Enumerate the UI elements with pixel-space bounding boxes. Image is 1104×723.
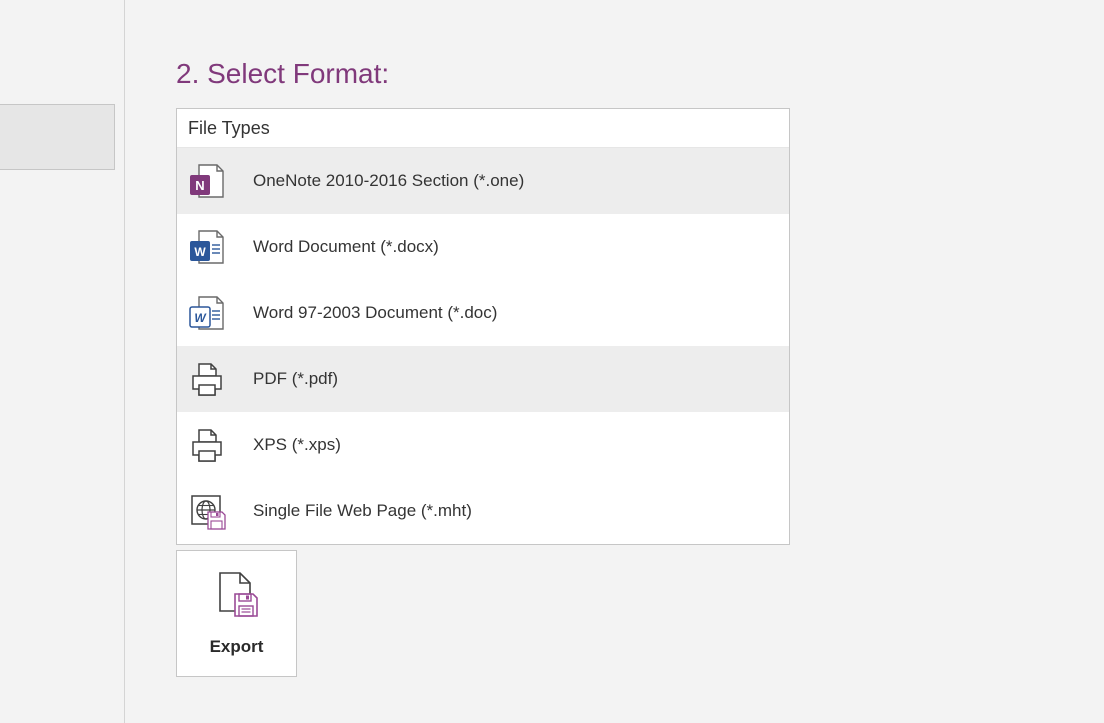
onenote-icon: N	[187, 161, 227, 201]
svg-text:W: W	[194, 245, 206, 259]
printer-icon	[187, 425, 227, 465]
export-button[interactable]: Export	[176, 550, 297, 677]
file-type-row[interactable]: N OneNote 2010-2016 Section (*.one)	[177, 148, 789, 214]
section-heading: 2. Select Format:	[176, 58, 790, 90]
file-type-label: Single File Web Page (*.mht)	[253, 501, 472, 521]
file-type-row[interactable]: W Word Document (*.docx)	[177, 214, 789, 280]
side-tab-stub[interactable]	[0, 104, 115, 170]
file-type-label: PDF (*.pdf)	[253, 369, 338, 389]
export-icon	[214, 571, 260, 619]
vertical-divider	[124, 0, 125, 723]
export-label: Export	[210, 637, 264, 657]
printer-icon	[187, 359, 227, 399]
web-page-icon	[187, 491, 227, 531]
file-type-label: OneNote 2010-2016 Section (*.one)	[253, 171, 524, 191]
file-type-row[interactable]: PDF (*.pdf)	[177, 346, 789, 412]
file-type-label: Word Document (*.docx)	[253, 237, 439, 257]
svg-text:N: N	[195, 178, 204, 193]
file-types-panel: File Types N OneNote 2010-2016 Section (…	[176, 108, 790, 545]
file-type-row[interactable]: W Word 97-2003 Document (*.doc)	[177, 280, 789, 346]
file-type-label: Word 97-2003 Document (*.doc)	[253, 303, 497, 323]
file-types-header: File Types	[177, 109, 789, 148]
svg-text:W: W	[194, 311, 207, 325]
file-type-row[interactable]: XPS (*.xps)	[177, 412, 789, 478]
word-docx-icon: W	[187, 227, 227, 267]
word-doc-icon: W	[187, 293, 227, 333]
file-types-list: N OneNote 2010-2016 Section (*.one) W Wo…	[177, 148, 789, 544]
file-type-label: XPS (*.xps)	[253, 435, 341, 455]
file-type-row[interactable]: Single File Web Page (*.mht)	[177, 478, 789, 544]
